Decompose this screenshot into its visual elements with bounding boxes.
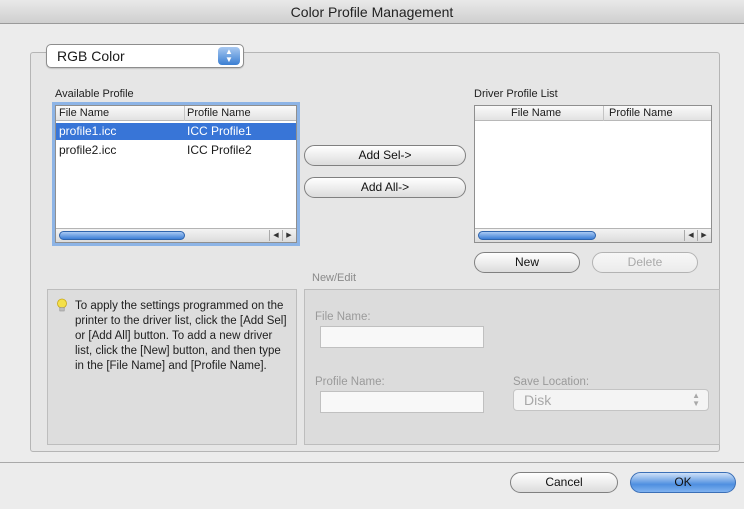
scrollbar-thumb[interactable] — [478, 231, 596, 240]
lightbulb-icon — [57, 298, 67, 312]
save-location-label: Save Location: — [513, 376, 590, 388]
file-name-field[interactable] — [320, 326, 484, 348]
table-header: File Name Profile Name — [56, 106, 296, 121]
scrollbar-thumb[interactable] — [59, 231, 185, 240]
table-row[interactable]: profile1.icc ICC Profile1 — [56, 123, 296, 140]
color-mode-select[interactable]: RGB Color ▲ ▼ — [46, 44, 244, 68]
cancel-button[interactable]: Cancel — [510, 472, 618, 493]
driver-profile-list-label: Driver Profile List — [474, 88, 558, 100]
new-edit-label: New/Edit — [312, 272, 357, 284]
profile-name-field[interactable] — [320, 391, 484, 413]
new-button[interactable]: New — [474, 252, 580, 273]
help-text: To apply the settings programmed on the … — [75, 300, 287, 372]
help-box: To apply the settings programmed on the … — [47, 289, 297, 445]
row-file-name: profile1.icc — [59, 124, 117, 138]
ok-button[interactable]: OK — [630, 472, 736, 493]
profile-name-label: Profile Name: — [315, 376, 385, 388]
column-divider — [603, 106, 604, 121]
horizontal-scrollbar[interactable]: ◀ ▶ — [56, 228, 296, 242]
row-file-name: profile2.icc — [59, 143, 117, 157]
column-header-file-name[interactable]: File Name — [59, 107, 109, 119]
table-header: File Name Profile Name — [475, 106, 711, 121]
new-edit-box: File Name: Profile Name: Save Location: … — [304, 289, 720, 445]
row-profile-name: ICC Profile1 — [187, 124, 252, 138]
save-location-select[interactable]: Disk ▲ ▼ — [513, 389, 709, 411]
updown-arrows-icon: ▲ ▼ — [692, 391, 700, 408]
updown-arrows-icon: ▲ ▼ — [218, 47, 240, 65]
scroll-left-icon[interactable]: ◀ — [269, 230, 282, 241]
scroll-right-icon[interactable]: ▶ — [282, 230, 295, 241]
save-location-value: Disk — [524, 392, 552, 408]
file-name-label: File Name: — [315, 311, 371, 323]
table-row[interactable]: profile2.icc ICC Profile2 — [56, 142, 296, 159]
add-sel-button[interactable]: Add Sel-> — [304, 145, 466, 166]
footer-divider — [0, 462, 744, 463]
column-header-file-name[interactable]: File Name — [511, 107, 561, 119]
window-title: Color Profile Management — [0, 0, 744, 24]
available-profile-label: Available Profile — [55, 88, 134, 100]
color-mode-value: RGB Color — [57, 48, 125, 64]
available-profile-table[interactable]: File Name Profile Name profile1.icc ICC … — [55, 105, 297, 243]
horizontal-scrollbar[interactable]: ◀ ▶ — [475, 228, 711, 242]
scroll-left-icon[interactable]: ◀ — [684, 230, 697, 241]
driver-profile-table[interactable]: File Name Profile Name ◀ ▶ — [474, 105, 712, 243]
column-divider — [184, 106, 185, 121]
column-header-profile-name[interactable]: Profile Name — [609, 107, 673, 119]
scroll-right-icon[interactable]: ▶ — [697, 230, 710, 241]
delete-button[interactable]: Delete — [592, 252, 698, 273]
add-all-button[interactable]: Add All-> — [304, 177, 466, 198]
column-header-profile-name[interactable]: Profile Name — [187, 107, 251, 119]
row-profile-name: ICC Profile2 — [187, 143, 252, 157]
